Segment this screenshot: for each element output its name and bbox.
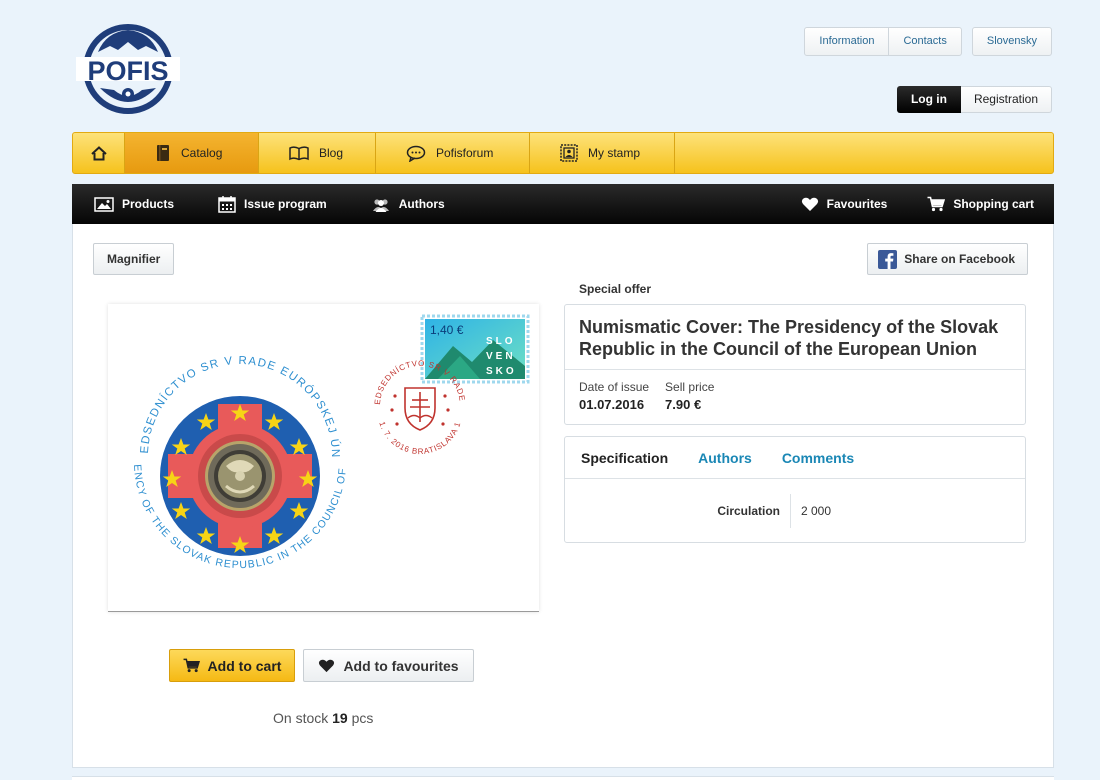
nav-my-stamp[interactable]: My stamp [530,133,675,173]
home-icon [90,145,107,160]
special-offer-label: Special offer [579,282,652,296]
sell-price-value: 7.90 € [665,397,702,412]
top-link-information[interactable]: Information [805,28,888,55]
share-facebook-button[interactable]: Share on Facebook [867,243,1028,275]
stock-info: On stock 19 pcs [273,710,373,726]
calendar-icon [218,196,236,213]
logo-text: POFIS [87,56,168,86]
sub-nav: Products Issue program Authors Favourite… [72,184,1054,224]
subnav-issue-program-label: Issue program [244,197,327,211]
nav-blog-label: Blog [319,146,344,160]
subnav-authors[interactable]: Authors [349,184,467,224]
pofis-logo[interactable]: POFIS [76,24,180,114]
registration-button[interactable]: Registration [960,86,1052,113]
main-nav: Catalog Blog Pofisforum My stamp [72,132,1054,174]
nav-pofisforum[interactable]: Pofisforum [376,133,530,173]
stock-suffix: pcs [351,710,374,726]
svg-text:PREDSEDNÍCTVO SR V RADE EÚ: PREDSEDNÍCTVO SR V RADE EÚ [108,304,467,405]
stamp-value: 1,40 € [430,323,464,337]
stock-count: 19 [332,710,348,726]
stamp-icon [560,144,578,162]
subnav-products[interactable]: Products [72,184,196,224]
nav-catalog[interactable]: Catalog [125,133,259,173]
sell-price-label: Sell price [665,380,715,394]
stamp-letters-1: SLO [486,336,516,347]
image-icon [94,196,114,212]
spec-value: 2 000 [801,504,832,518]
language-switch: Slovensky [971,27,1052,56]
spec-row-circulation: Circulation 2 000 [565,494,1025,528]
subnav-favourites[interactable]: Favourites [781,184,908,224]
add-to-favourites-button[interactable]: Add to favourites [303,649,474,682]
spec-key: Circulation [565,494,791,528]
people-icon [372,198,389,212]
next-panel-edge [72,776,1054,780]
cart-icon [183,658,200,673]
product-panel: Magnifier Share on Facebook PRE [72,224,1054,768]
date-of-issue-label: Date of issue [579,380,650,394]
top-links: Information Contacts [804,27,962,56]
open-book-icon [289,146,309,161]
nav-my-stamp-label: My stamp [588,146,641,160]
tab-comments[interactable]: Comments [782,450,854,466]
product-summary-card: Numismatic Cover: The Presidency of the … [564,304,1026,425]
language-button[interactable]: Slovensky [973,28,1051,55]
magnifier-button[interactable]: Magnifier [93,243,175,275]
nav-home[interactable] [73,133,125,173]
logo-graphic: POFIS [76,24,180,114]
tab-specification[interactable]: Specification [581,450,668,466]
book-icon [157,145,169,161]
date-of-issue: Date of issue 01.07.2016 [579,380,649,412]
stamp-letters-3: SKO [486,366,517,377]
stock-prefix: On stock [273,710,329,726]
cart-icon [927,196,946,212]
subnav-products-label: Products [122,197,175,211]
nav-blog[interactable]: Blog [259,133,376,173]
facebook-icon [878,249,898,269]
add-to-favourites-label: Add to favourites [343,657,459,674]
date-of-issue-value: 01.07.2016 [579,397,645,412]
share-facebook-label: Share on Facebook [904,252,1015,266]
numismatic-cover-illustration: PREDSEDNÍCTVO SR V RADE EURÓPSKEJ ÚNIE P… [103,295,530,571]
subnav-shopping-cart[interactable]: Shopping cart [907,184,1054,224]
tab-authors[interactable]: Authors [698,450,752,466]
heart-icon [319,659,335,672]
postmark-text-top: PREDSEDNÍCTVO SR V RADE EÚ [105,297,466,405]
stamp-letters-2: VEN [486,351,516,362]
add-to-cart-label: Add to cart [207,657,282,674]
add-to-cart-button[interactable]: Add to cart [169,649,295,682]
speech-bubble-icon [406,145,426,162]
subnav-favourites-label: Favourites [826,197,888,211]
subnav-authors-label: Authors [398,197,445,211]
detail-tabs: Specification Authors Comments [565,437,1025,479]
product-image[interactable]: PREDSEDNÍCTVO SR V RADE EURÓPSKEJ ÚNIE P… [103,295,539,612]
login-button[interactable]: Log in [896,86,961,113]
product-title: Numismatic Cover: The Presidency of the … [565,305,1025,370]
subnav-shopping-cart-label: Shopping cart [953,197,1034,211]
nav-catalog-label: Catalog [181,146,223,160]
heart-icon [801,197,818,211]
subnav-issue-program[interactable]: Issue program [196,184,349,224]
postmark-text-bottom: 1. 7. 2016 BRATISLAVA 1 [377,420,461,456]
sell-price: Sell price 7.90 € [665,380,714,412]
product-details-card: Specification Authors Comments Circulati… [564,436,1026,543]
svg-text:1. 7. 2016 BRATISLAVA 1: 1. 7. 2016 BRATISLAVA 1 [377,420,462,456]
nav-pofisforum-label: Pofisforum [436,146,494,160]
top-link-contacts[interactable]: Contacts [888,28,960,55]
